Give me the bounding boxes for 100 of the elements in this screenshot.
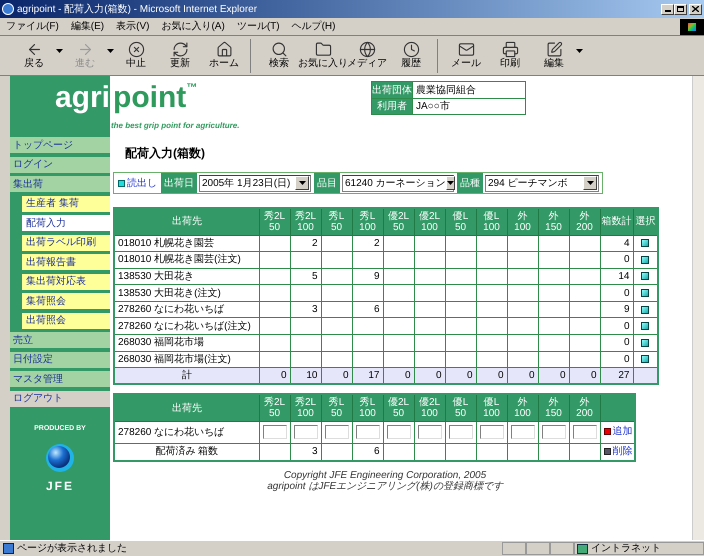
table-cell <box>352 318 383 335</box>
close-button[interactable] <box>689 4 702 14</box>
table-cell <box>476 268 507 285</box>
table-cell <box>569 235 600 252</box>
table-cell <box>445 318 476 335</box>
table-cell: 2 <box>352 235 383 252</box>
toolbar-button[interactable]: ホーム <box>202 41 246 70</box>
input-field[interactable] <box>480 425 504 440</box>
table-cell <box>383 334 414 352</box>
sidebar-item[interactable]: トップページ <box>10 137 110 153</box>
table-cell <box>321 318 352 335</box>
info-label: 出荷団体 <box>372 82 412 98</box>
table-cell <box>290 252 321 268</box>
input-field[interactable] <box>418 425 442 440</box>
input-field[interactable] <box>294 425 318 440</box>
menu-item[interactable]: ファイル(F) <box>0 19 65 34</box>
toolbar-button[interactable]: 編集 <box>532 41 576 70</box>
minimize-button[interactable] <box>661 4 674 14</box>
menu-item[interactable]: ヘルプ(H) <box>286 19 342 34</box>
sidebar-item[interactable]: 集出荷対応表 <box>22 274 110 290</box>
menu-item[interactable]: 編集(E) <box>64 19 110 34</box>
input-field[interactable] <box>448 425 472 440</box>
table-cell <box>414 235 445 252</box>
maximize-button[interactable] <box>674 4 687 14</box>
column-header: 優L 100 <box>476 208 507 235</box>
table-cell <box>414 252 445 268</box>
toolbar-button[interactable]: メディア <box>345 41 389 70</box>
menu-item[interactable]: 表示(V) <box>110 19 156 34</box>
dropdown-field[interactable]: 2005年 1月23日(日) <box>199 174 311 192</box>
sidebar-item[interactable]: 集出荷 <box>10 176 110 192</box>
toolbar-button[interactable]: 中止 <box>114 41 158 70</box>
dropdown-field[interactable]: 294 ピーチマンボ <box>485 174 599 192</box>
toolbar-button[interactable]: 履歴 <box>389 41 433 70</box>
table-cell <box>383 318 414 335</box>
column-header: 外 150 <box>538 394 569 422</box>
total-cell: 0 <box>600 252 633 268</box>
table-cell <box>352 334 383 352</box>
toolbar-button[interactable]: 印刷 <box>488 41 532 70</box>
mail-icon <box>458 41 474 58</box>
select-square-icon[interactable] <box>641 256 650 264</box>
sidebar-item[interactable]: 出荷照会 <box>22 312 110 328</box>
table-cell: 9 <box>352 268 383 285</box>
sidebar-item[interactable]: 集荷照会 <box>22 293 110 309</box>
sidebar-item[interactable]: 日付設定 <box>10 352 110 368</box>
input-field[interactable] <box>324 425 348 440</box>
table-cell: 5 <box>290 268 321 285</box>
select-square-icon[interactable] <box>641 288 650 297</box>
read-link[interactable]: 読出し <box>114 176 161 190</box>
square-icon <box>118 180 125 186</box>
scrollbar[interactable] <box>692 76 704 540</box>
input-field[interactable] <box>262 425 286 440</box>
column-header: 優2L 100 <box>414 208 445 235</box>
select-square-icon[interactable] <box>641 322 650 330</box>
sidebar-item[interactable]: ログイン <box>10 156 110 172</box>
toolbar-button[interactable]: お気に入り <box>301 41 345 70</box>
caret-icon[interactable] <box>56 48 63 52</box>
copyright-text: agripoint はJFEエンジニアリング(株)の登録商標です <box>267 480 503 492</box>
sidebar-item[interactable]: 出荷報告書 <box>22 254 110 270</box>
stop-icon <box>128 41 144 58</box>
select-square-icon[interactable] <box>641 338 650 347</box>
column-header: 優2L 100 <box>414 394 445 422</box>
input-field[interactable] <box>356 425 380 440</box>
sidebar-item[interactable]: ログアウト <box>10 390 110 406</box>
sidebar-item[interactable]: 生産者 集荷 <box>22 196 110 212</box>
input-field[interactable] <box>386 425 410 440</box>
sidebar-item[interactable]: 配荷入力 <box>22 215 110 231</box>
column-header: 秀2L 100 <box>290 208 321 235</box>
toolbar-button[interactable]: 更新 <box>158 41 202 70</box>
dropdown-field[interactable]: 61240 カーネーション <box>342 174 454 192</box>
select-square-icon[interactable] <box>641 272 650 280</box>
info-value: JA○○市 <box>412 99 525 114</box>
table-cell <box>476 301 507 318</box>
total-cell: 0 <box>600 318 633 335</box>
browser-icon <box>2 3 14 15</box>
table-cell <box>538 318 569 335</box>
toolbar-button[interactable]: 戻る <box>12 41 56 70</box>
column-header: 外 100 <box>507 394 538 422</box>
logo-left: agri <box>54 80 110 116</box>
status-text: ページが表示されました <box>17 542 128 556</box>
row-label-cell: 278260 なにわ花いちば <box>114 421 259 444</box>
toolbar-button[interactable]: メール <box>444 41 488 70</box>
column-header: 外 200 <box>569 394 600 422</box>
edit-icon <box>546 41 562 58</box>
sidebar-item[interactable]: 売立 <box>10 332 110 348</box>
sidebar-item[interactable]: 出荷ラベル印刷 <box>22 234 110 250</box>
printer-icon <box>502 41 518 58</box>
menu-item[interactable]: ツール(T) <box>230 19 286 34</box>
caret-icon[interactable] <box>576 48 583 52</box>
input-field[interactable] <box>510 425 534 440</box>
table-cell <box>445 301 476 318</box>
table-cell <box>259 235 290 252</box>
table-cell <box>321 252 352 268</box>
input-field[interactable] <box>572 425 596 440</box>
table-cell <box>383 235 414 252</box>
input-field[interactable] <box>542 425 566 440</box>
select-square-icon[interactable] <box>641 355 650 364</box>
menu-item[interactable]: お気に入り(A) <box>155 19 231 34</box>
select-square-icon[interactable] <box>641 306 650 314</box>
sidebar-item[interactable]: マスタ管理 <box>10 371 110 387</box>
select-square-icon[interactable] <box>641 239 650 248</box>
